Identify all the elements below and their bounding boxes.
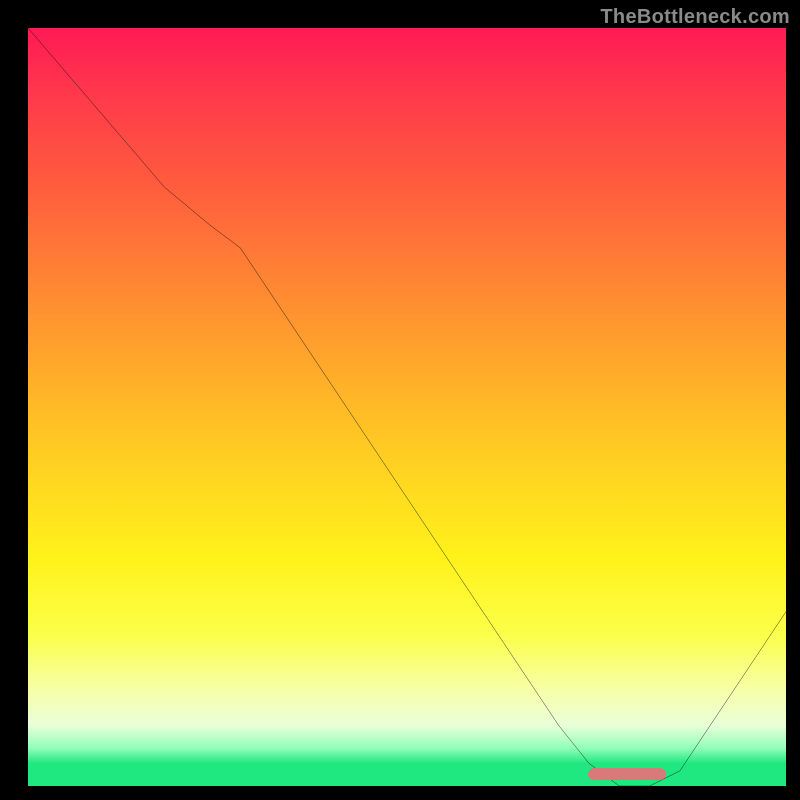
- gradient-plot-area: [28, 28, 786, 786]
- chart-frame: TheBottleneck.com: [0, 0, 800, 800]
- bottleneck-curve: [28, 28, 786, 786]
- watermark-text: TheBottleneck.com: [600, 6, 790, 29]
- optimal-range-marker: [588, 768, 666, 780]
